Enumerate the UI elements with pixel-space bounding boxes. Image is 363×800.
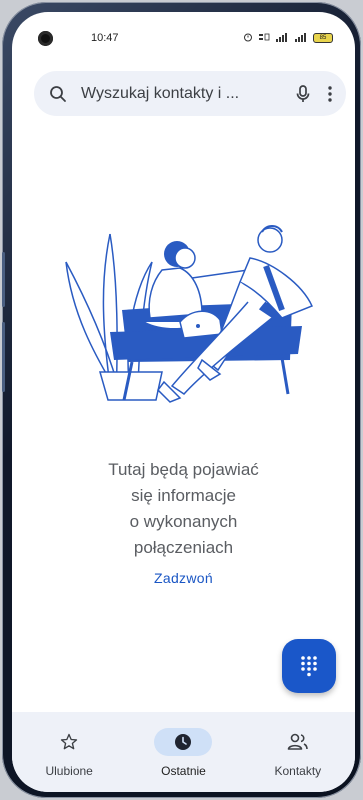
clock-icon: [174, 733, 192, 751]
more-vert-icon[interactable]: [328, 85, 332, 102]
empty-state-message: Tutaj będą pojawiać się informacje o wyk…: [12, 457, 355, 561]
search-bar[interactable]: Wyszukaj kontakty i ...: [34, 71, 346, 116]
nav-label-contacts: Kontakty: [274, 764, 322, 778]
nav-item-favorites[interactable]: Ulubione: [12, 712, 126, 792]
mic-icon[interactable]: [296, 84, 310, 103]
signal-icon-2: [294, 32, 308, 44]
empty-state-line: połączeniach: [133, 538, 234, 557]
battery-icon: 85: [313, 33, 333, 43]
front-camera: [38, 30, 53, 46]
dialpad-button[interactable]: [282, 639, 336, 693]
nav-item-contacts[interactable]: Kontakty: [241, 712, 355, 792]
dialpad-icon: [299, 655, 319, 677]
power-button: [2, 322, 5, 392]
screen: 10:47 85 Wyszukaj kontakty i ... Tutaj b…: [12, 12, 355, 792]
search-input[interactable]: Wyszukaj kontakty i ...: [81, 85, 296, 103]
status-icons: 85: [243, 32, 333, 44]
status-time: 10:47: [91, 32, 119, 44]
empty-state-line: się informacje: [131, 486, 236, 505]
nav-pill: [40, 728, 98, 756]
volume-button: [2, 252, 5, 307]
nav-label-favorites: Ulubione: [45, 764, 93, 778]
network-speed-icon: [258, 32, 270, 44]
empty-state-illustration: [52, 222, 322, 412]
star-icon: [59, 732, 79, 752]
nav-pill: [269, 728, 327, 756]
alarm-icon: [243, 32, 253, 44]
status-bar: 10:47 85: [12, 12, 355, 64]
nav-label-recents: Ostatnie: [161, 764, 206, 778]
phone-frame: 10:47 85 Wyszukaj kontakty i ... Tutaj b…: [2, 2, 361, 798]
search-icon: [49, 85, 67, 103]
people-icon: [287, 732, 309, 752]
empty-state-line: o wykonanych: [129, 512, 238, 531]
nav-item-recents[interactable]: Ostatnie: [126, 712, 240, 792]
signal-icon: [275, 32, 289, 44]
empty-state-line: Tutaj będą pojawiać: [108, 460, 259, 479]
nav-pill-active: [154, 728, 213, 756]
call-link[interactable]: Zadzwoń: [12, 570, 355, 586]
bottom-navigation: Ulubione Ostatnie Kontakty: [12, 712, 355, 792]
